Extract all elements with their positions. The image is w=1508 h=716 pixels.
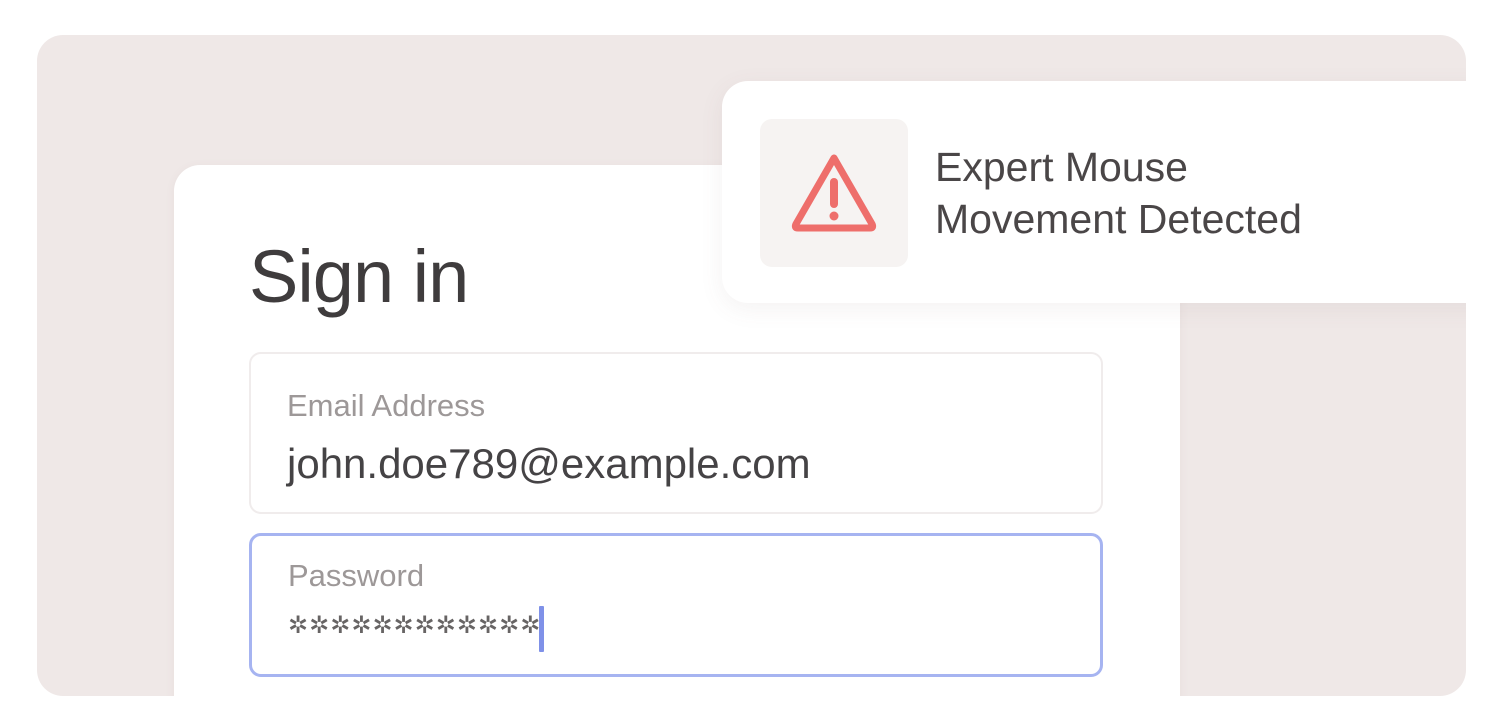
page-title: Sign in xyxy=(249,235,469,318)
password-value[interactable]: ✲✲✲✲✲✲✲✲✲✲✲✲ xyxy=(288,611,541,640)
password-field[interactable]: Password ✲✲✲✲✲✲✲✲✲✲✲✲ xyxy=(249,533,1103,677)
page-background: Sign in Email Address john.doe789@exampl… xyxy=(37,35,1466,696)
toast-line-1: Expert Mouse xyxy=(935,144,1188,190)
text-cursor xyxy=(539,606,544,652)
mouse-detection-toast: Expert Mouse Movement Detected xyxy=(722,81,1466,303)
toast-icon-container xyxy=(760,119,908,267)
toast-message: Expert Mouse Movement Detected xyxy=(935,141,1302,245)
warning-triangle-icon xyxy=(791,154,877,232)
email-value[interactable]: john.doe789@example.com xyxy=(287,440,811,488)
password-label: Password xyxy=(288,558,425,593)
toast-line-2: Movement Detected xyxy=(935,196,1302,242)
email-label: Email Address xyxy=(287,388,486,423)
email-field[interactable]: Email Address john.doe789@example.com xyxy=(249,352,1103,514)
